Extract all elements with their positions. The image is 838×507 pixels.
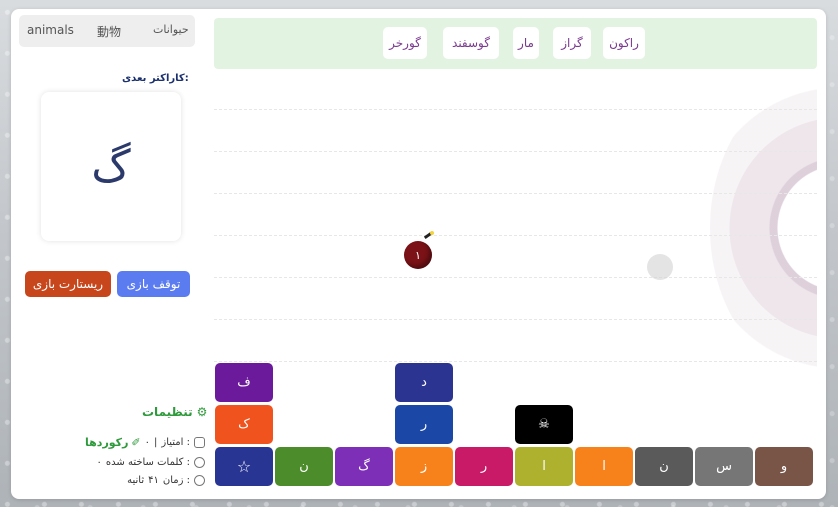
letter-tile[interactable]: گ bbox=[335, 447, 393, 486]
letter-tile[interactable]: و bbox=[755, 447, 813, 486]
ghost-bomb-icon bbox=[647, 254, 673, 280]
category-chinese[interactable]: 動物 bbox=[97, 23, 121, 40]
words-built-row: ۰ کلمات ساخته شده : bbox=[97, 457, 205, 468]
time-row: ثانیه ۴۱ زمان : bbox=[127, 475, 205, 486]
grid-line bbox=[214, 193, 817, 194]
score-value: ۰ bbox=[144, 437, 151, 448]
target-word: راکون bbox=[603, 27, 645, 59]
category-english[interactable]: animals bbox=[27, 23, 74, 37]
letter-tile[interactable]: ا bbox=[515, 447, 573, 486]
score-row: رکوردها ✐ ۰ | امتیاز : bbox=[85, 436, 205, 449]
grid-line bbox=[214, 361, 817, 362]
users-icon bbox=[194, 457, 205, 468]
records-label: رکوردها bbox=[85, 436, 129, 449]
grid-line bbox=[214, 151, 817, 152]
target-words-bar: راکون گراز مار گوسفند گورخر bbox=[214, 18, 817, 69]
target-word: گراز bbox=[553, 27, 591, 59]
bomb-spark bbox=[430, 231, 434, 235]
letter-tile[interactable]: د bbox=[395, 363, 453, 402]
letter-tile[interactable]: ر bbox=[395, 405, 453, 444]
category-persian[interactable]: حیوانات bbox=[153, 23, 189, 36]
letter-tile[interactable]: ز bbox=[395, 447, 453, 486]
letter-tile[interactable]: ر bbox=[455, 447, 513, 486]
game-board[interactable]: راکون گراز مار گوسفند گورخر ۱ ف د ک ر ☠ … bbox=[214, 18, 817, 488]
grid-line bbox=[214, 277, 817, 278]
skull-tile[interactable]: ☠ bbox=[515, 405, 573, 444]
grid-line bbox=[214, 319, 817, 320]
falling-bomb: ۱ bbox=[404, 241, 432, 269]
target-word: گورخر bbox=[383, 27, 427, 59]
target-word: مار bbox=[513, 27, 539, 59]
star-icon: ☆ bbox=[236, 457, 252, 476]
score-label: امتیاز : bbox=[161, 437, 190, 448]
clock-icon bbox=[194, 475, 205, 486]
settings-link[interactable]: تنظیمات ⚙ bbox=[142, 405, 207, 419]
letter-tile[interactable]: ن bbox=[635, 447, 693, 486]
star-tile[interactable]: ☆ bbox=[215, 447, 273, 486]
next-character-label: کاراکتر بعدی: bbox=[122, 73, 189, 84]
time-label: زمان : bbox=[162, 475, 190, 486]
category-bar: animals 動物 حیوانات bbox=[19, 15, 195, 47]
words-built-value: ۰ bbox=[96, 457, 102, 468]
trophy-icon: ✐ bbox=[131, 436, 141, 449]
settings-label: تنظیمات bbox=[142, 405, 193, 419]
score-icon bbox=[194, 437, 205, 448]
bomb-value: ۱ bbox=[415, 248, 421, 262]
skull-icon: ☠ bbox=[538, 417, 550, 432]
letter-tile[interactable]: ا bbox=[575, 447, 633, 486]
grid-line bbox=[214, 109, 817, 110]
score-separator: | bbox=[154, 437, 158, 448]
letter-tile[interactable]: ک bbox=[215, 405, 273, 444]
target-word: گوسفند bbox=[443, 27, 499, 59]
ornament-decoration bbox=[710, 68, 817, 388]
next-character-box: گ bbox=[41, 92, 181, 241]
time-value: ۴۱ bbox=[148, 475, 159, 486]
time-unit: ثانیه bbox=[127, 475, 145, 486]
letter-tile[interactable]: ن bbox=[275, 447, 333, 486]
words-built-label: کلمات ساخته شده : bbox=[105, 457, 190, 468]
next-character: گ bbox=[91, 141, 131, 192]
letter-tile[interactable]: ف bbox=[215, 363, 273, 402]
gear-icon: ⚙ bbox=[196, 405, 208, 419]
grid-line bbox=[214, 235, 817, 236]
records-link[interactable]: رکوردها ✐ bbox=[85, 436, 141, 449]
pause-button[interactable]: توقف بازی bbox=[117, 271, 190, 297]
restart-button[interactable]: ریستارت بازی bbox=[25, 271, 111, 297]
letter-tile[interactable]: س bbox=[695, 447, 753, 486]
